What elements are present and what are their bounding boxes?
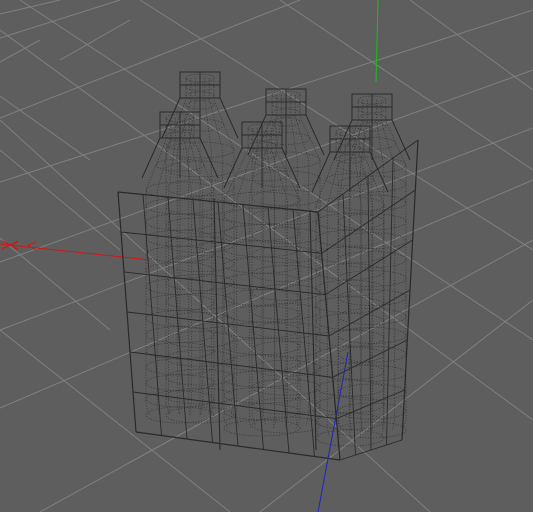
viewport-background — [0, 0, 533, 512]
3d-viewport[interactable] — [0, 0, 533, 512]
viewport-canvas[interactable] — [0, 0, 533, 512]
